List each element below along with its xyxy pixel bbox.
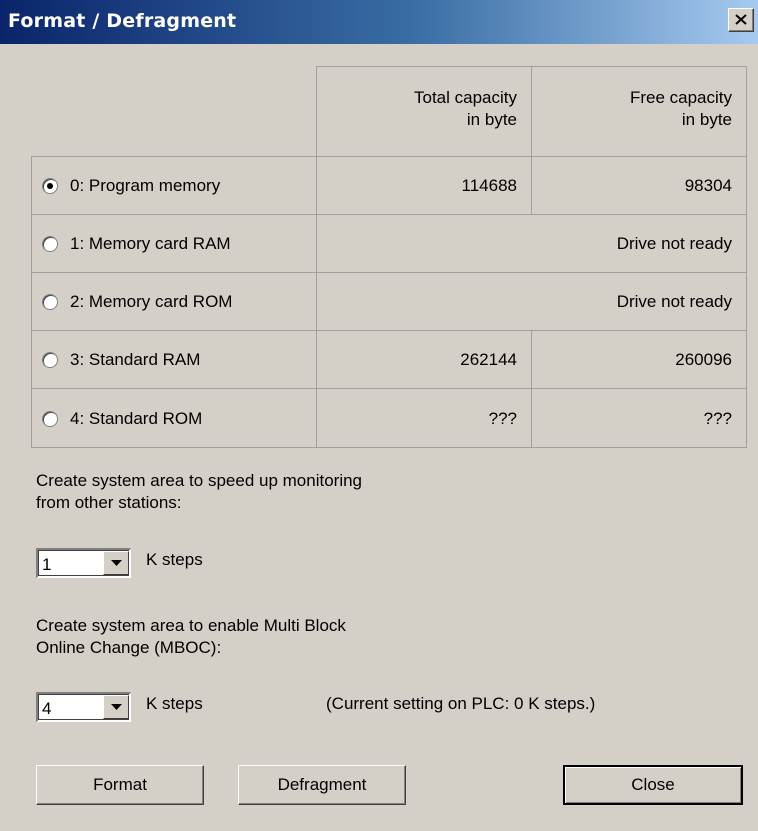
title-bar[interactable]: Format / Defragment (0, 0, 758, 44)
header-total-line1: Total capacity (414, 88, 517, 107)
row-label: 0: Program memory (70, 175, 221, 195)
header-free-line1: Free capacity (629, 88, 732, 107)
close-x-icon (735, 14, 747, 25)
header-free-line2: in byte (681, 110, 732, 129)
monitoring-steps-select[interactable]: 1 (36, 548, 131, 578)
memory-table: Total capacity in byte Free capacity in … (31, 66, 746, 448)
chevron-down-icon (111, 704, 122, 710)
free-value: 98304 (684, 175, 732, 195)
table-border (31, 447, 747, 448)
header-total-capacity: Total capacity in byte (316, 66, 531, 156)
defragment-button[interactable]: Defragment (238, 765, 406, 805)
radio-unselected-icon[interactable] (42, 293, 58, 310)
monitoring-unit: K steps (146, 550, 203, 569)
mboc-unit: K steps (146, 694, 203, 713)
cell-total: 114688 (316, 156, 531, 214)
mboc-description: Create system area to enable Multi Block… (36, 615, 346, 659)
cell-total: 262144 (316, 330, 531, 388)
current-plc-setting: (Current setting on PLC: 0 K steps.) (326, 694, 596, 713)
cell-total: ??? (316, 388, 531, 448)
cell-free: 260096 (531, 330, 746, 388)
monitoring-steps-value: 1 (42, 555, 52, 574)
close-window-button[interactable] (728, 8, 754, 32)
free-value: ??? (703, 408, 732, 428)
cell-status: Drive not ready (316, 272, 746, 330)
cell-free: 98304 (531, 156, 746, 214)
radio-standard-ram[interactable]: 3: Standard RAM (31, 330, 316, 388)
format-defragment-dialog: Format / Defragment Total capacity in by… (0, 0, 758, 831)
header-total-line2: in byte (466, 110, 517, 129)
close-button[interactable]: Close (563, 765, 743, 805)
header-free-capacity: Free capacity in byte (531, 66, 746, 156)
status-text: Drive not ready (616, 233, 732, 253)
status-text: Drive not ready (616, 291, 732, 311)
row-label: 1: Memory card RAM (70, 233, 231, 253)
free-value: 260096 (675, 349, 732, 369)
total-value: 114688 (461, 175, 517, 195)
radio-unselected-icon[interactable] (42, 351, 58, 368)
total-value: 262144 (460, 349, 517, 369)
monitoring-description: Create system area to speed up monitorin… (36, 470, 362, 514)
mboc-steps-select[interactable]: 4 (36, 692, 131, 722)
total-value: ??? (488, 408, 517, 428)
radio-unselected-icon[interactable] (42, 235, 58, 252)
radio-standard-rom[interactable]: 4: Standard ROM (31, 388, 316, 448)
cell-status: Drive not ready (316, 214, 746, 272)
dropdown-button[interactable] (103, 551, 129, 575)
format-button[interactable]: Format (36, 765, 204, 805)
dropdown-button[interactable] (103, 695, 129, 719)
table-border (746, 66, 747, 448)
mboc-text-line1: Create system area to enable Multi Block (36, 616, 346, 635)
monitoring-text-line2: from other stations: (36, 493, 182, 512)
radio-program-memory[interactable]: 0: Program memory (31, 156, 316, 214)
row-label: 2: Memory card ROM (70, 291, 233, 311)
radio-memory-card-ram[interactable]: 1: Memory card RAM (31, 214, 316, 272)
monitoring-text-line1: Create system area to speed up monitorin… (36, 471, 363, 490)
row-label: 4: Standard ROM (70, 408, 203, 428)
radio-memory-card-rom[interactable]: 2: Memory card ROM (31, 272, 316, 330)
mboc-steps-value: 4 (42, 699, 52, 718)
mboc-text-line2: Online Change (MBOC): (36, 638, 222, 657)
window-title: Format / Defragment (8, 10, 237, 32)
row-label: 3: Standard RAM (70, 349, 201, 369)
radio-unselected-icon[interactable] (42, 410, 58, 427)
cell-free: ??? (531, 388, 746, 448)
chevron-down-icon (111, 560, 122, 566)
radio-selected-icon[interactable] (42, 177, 58, 194)
